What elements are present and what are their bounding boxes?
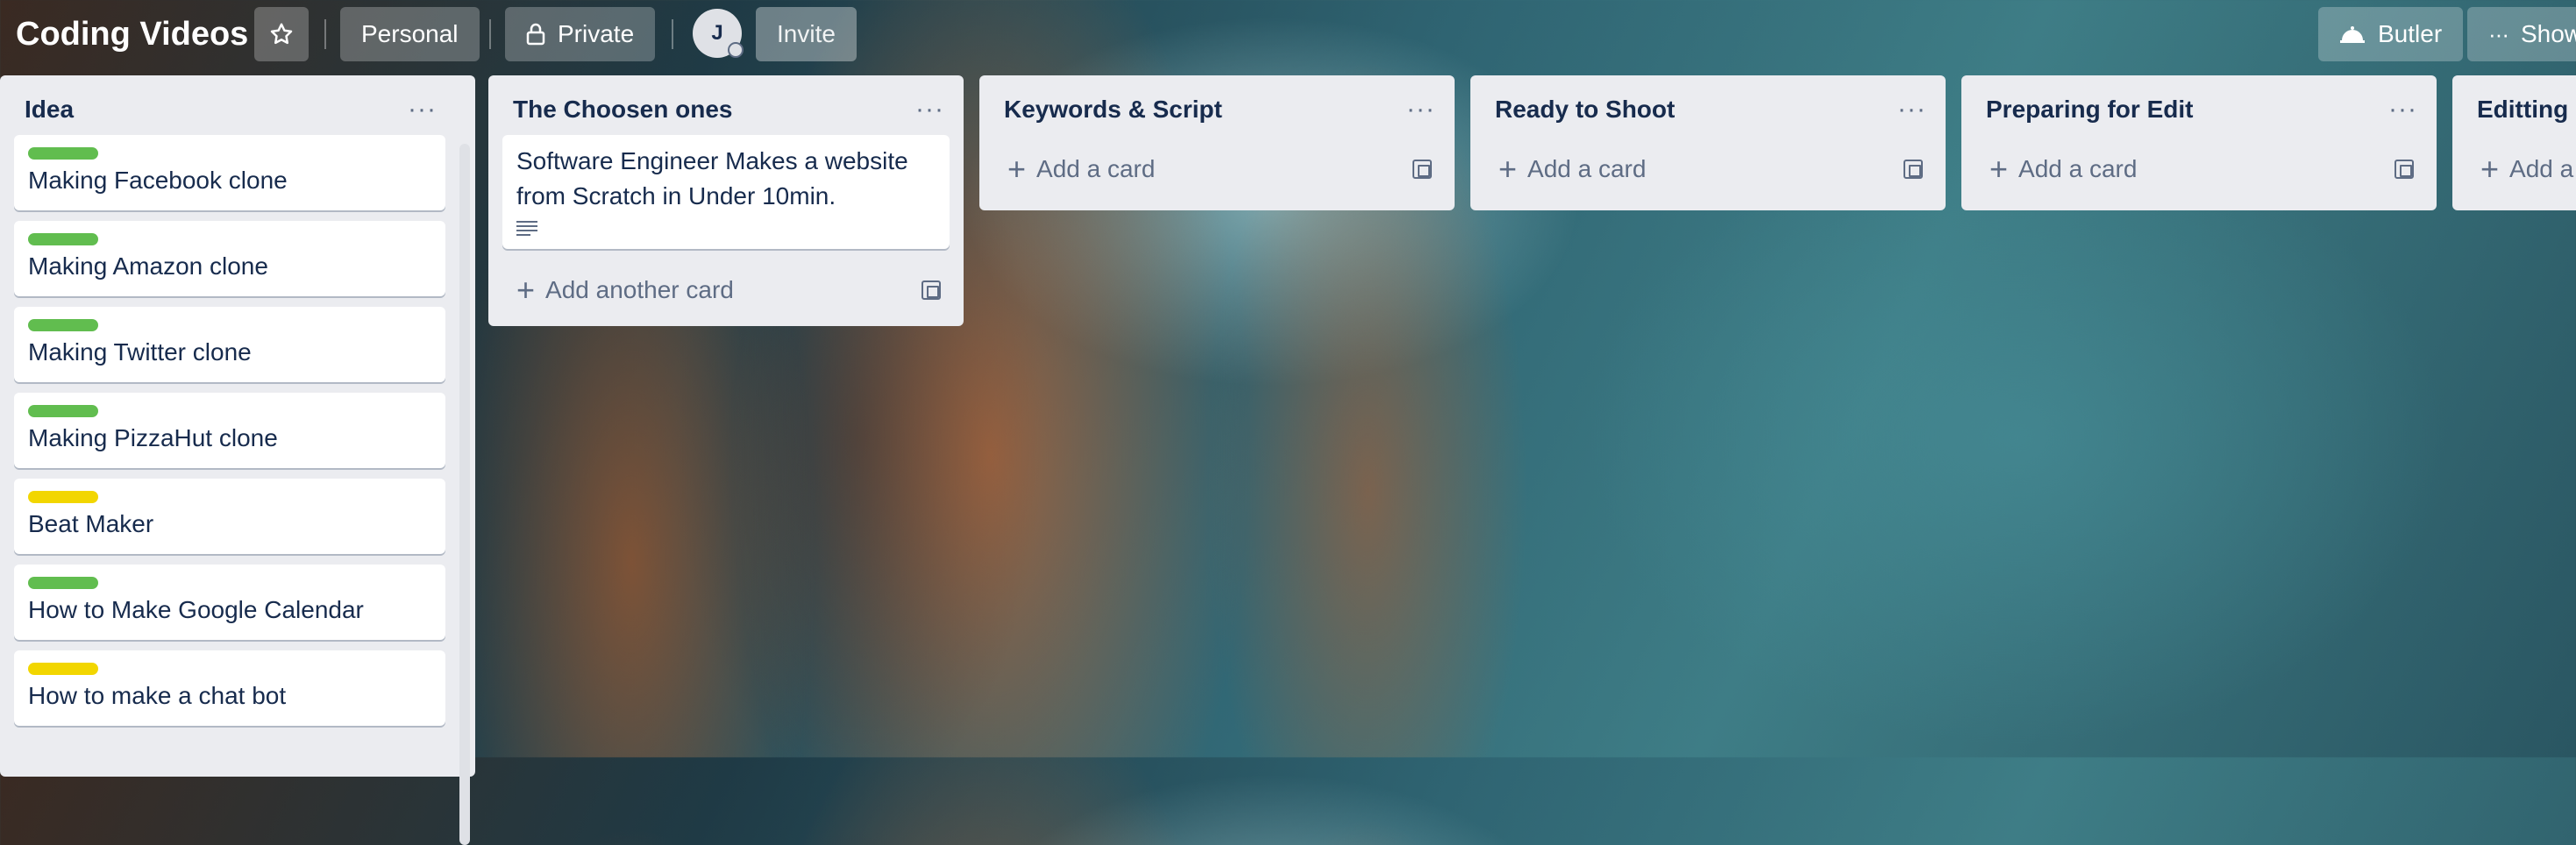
card-title: Beat Maker — [28, 510, 154, 537]
add-card-label: Add a card — [2018, 155, 2138, 182]
list-header: Preparing for Edit ··· — [1961, 75, 2437, 144]
star-button[interactable] — [254, 7, 309, 61]
add-card-button[interactable]: + Add another card — [516, 274, 734, 306]
add-card-row: + Add a card — [1470, 144, 1946, 195]
visibility-label: Private — [558, 20, 635, 47]
list-header: Editting — [2452, 75, 2576, 144]
show-menu-label: Show — [2520, 20, 2576, 47]
card-label[interactable] — [28, 405, 98, 417]
list-menu-icon[interactable]: ··· — [1406, 95, 1435, 124]
list-menu-icon[interactable]: ··· — [915, 95, 944, 124]
plus-icon: + — [1989, 151, 2009, 187]
add-card-row: + Add a — [2452, 144, 2576, 195]
list-title[interactable]: Ready to Shoot — [1495, 96, 1675, 124]
list-title[interactable]: Idea — [25, 96, 74, 124]
list-title[interactable]: Editting — [2477, 96, 2568, 124]
card[interactable]: Beat Maker — [14, 479, 445, 554]
card-label[interactable] — [28, 491, 98, 503]
card-template-icon[interactable] — [1413, 160, 1432, 179]
card-template-icon[interactable] — [2395, 160, 2414, 179]
add-card-label: Add another card — [545, 276, 734, 303]
plus-icon: + — [2480, 151, 2500, 187]
list-scrollbar[interactable] — [459, 144, 470, 845]
butler-button[interactable]: Butler — [2318, 7, 2464, 61]
add-card-row: + Add a card — [979, 144, 1455, 195]
add-card-button[interactable]: + Add a card — [1498, 153, 1646, 185]
workspace-label: Personal — [361, 20, 459, 47]
card[interactable]: Software Engineer Makes a website from S… — [502, 135, 950, 249]
avatar-initial: J — [711, 21, 723, 45]
card-label[interactable] — [28, 147, 98, 160]
add-card-label: Add a — [2509, 155, 2574, 182]
card[interactable]: Making Amazon clone — [14, 221, 445, 296]
list-ready-to-shoot: Ready to Shoot ··· + Add a card — [1470, 75, 1946, 210]
plus-icon: + — [516, 272, 536, 308]
list-title[interactable]: The Choosen ones — [513, 96, 732, 124]
list-header: Keywords & Script ··· — [979, 75, 1455, 144]
card-template-icon[interactable] — [922, 280, 941, 300]
butler-label: Butler — [2378, 20, 2443, 47]
list-menu-icon[interactable]: ··· — [408, 95, 437, 124]
card-title: Software Engineer Makes a website from S… — [516, 147, 908, 209]
plus-icon: + — [1498, 151, 1518, 187]
add-card-button[interactable]: + Add a card — [1007, 153, 1155, 185]
add-card-row: + Add a card — [1961, 144, 2437, 195]
add-card-button[interactable]: + Add a — [2480, 153, 2573, 185]
header-divider — [324, 19, 326, 49]
card-title: How to Make Google Calendar — [28, 596, 364, 623]
invite-label: Invite — [777, 20, 836, 47]
list-preparing-for-edit: Preparing for Edit ··· + Add a card — [1961, 75, 2437, 210]
show-menu-button[interactable]: ··· Show — [2467, 7, 2576, 61]
add-card-button[interactable]: + Add a card — [1989, 153, 2137, 185]
workspace-button[interactable]: Personal — [340, 7, 480, 61]
header-divider — [672, 19, 673, 49]
lock-icon — [526, 23, 545, 46]
description-icon — [516, 221, 537, 237]
ellipsis-icon: ··· — [2488, 20, 2509, 47]
star-icon — [270, 23, 293, 45]
add-card-label: Add a card — [1527, 155, 1647, 182]
list-title[interactable]: Preparing for Edit — [1986, 96, 2193, 124]
list-menu-icon[interactable]: ··· — [2388, 95, 2417, 124]
card-label[interactable] — [28, 577, 98, 589]
card-title: How to make a chat bot — [28, 682, 287, 709]
card-title: Making PizzaHut clone — [28, 424, 278, 451]
butler-icon — [2340, 26, 2365, 43]
card-template-icon[interactable] — [1904, 160, 1923, 179]
header-divider — [489, 19, 491, 49]
list-header: The Choosen ones ··· — [488, 75, 964, 144]
list-title[interactable]: Keywords & Script — [1004, 96, 1222, 124]
add-card-label: Add a card — [1036, 155, 1156, 182]
add-card-row: + Add another card — [488, 259, 964, 321]
list-editting: Editting + Add a — [2452, 75, 2576, 210]
card-title: Making Amazon clone — [28, 252, 268, 280]
card-label[interactable] — [28, 663, 98, 675]
admin-badge-icon — [728, 42, 744, 58]
list-menu-icon[interactable]: ··· — [1897, 95, 1926, 124]
plus-icon: + — [1007, 151, 1027, 187]
card-title: Making Facebook clone — [28, 167, 288, 194]
list-header: Ready to Shoot ··· — [1470, 75, 1946, 144]
card[interactable]: How to Make Google Calendar — [14, 565, 445, 640]
card[interactable]: Making PizzaHut clone — [14, 393, 445, 468]
board-title[interactable]: Coding Videos — [16, 7, 248, 61]
card-title: Making Twitter clone — [28, 338, 252, 366]
invite-button[interactable]: Invite — [756, 7, 857, 61]
card[interactable]: Making Facebook clone — [14, 135, 445, 210]
list-keywords-script: Keywords & Script ··· + Add a card — [979, 75, 1455, 210]
visibility-button[interactable]: Private — [505, 7, 656, 61]
list-idea: Idea ··· Making Facebook clone Making Am… — [0, 75, 475, 845]
card-label[interactable] — [28, 319, 98, 331]
board-header: Coding Videos Personal Private J Invite … — [0, 0, 2576, 67]
list-the-choosen-ones: The Choosen ones ··· Software Engineer M… — [488, 75, 964, 326]
card-container: Making Facebook clone Making Amazon clon… — [0, 135, 456, 726]
list-header: Idea ··· — [0, 75, 456, 144]
card-label[interactable] — [28, 233, 98, 245]
member-avatar[interactable]: J — [693, 9, 744, 58]
card[interactable]: Making Twitter clone — [14, 307, 445, 382]
card[interactable]: How to make a chat bot — [14, 650, 445, 726]
